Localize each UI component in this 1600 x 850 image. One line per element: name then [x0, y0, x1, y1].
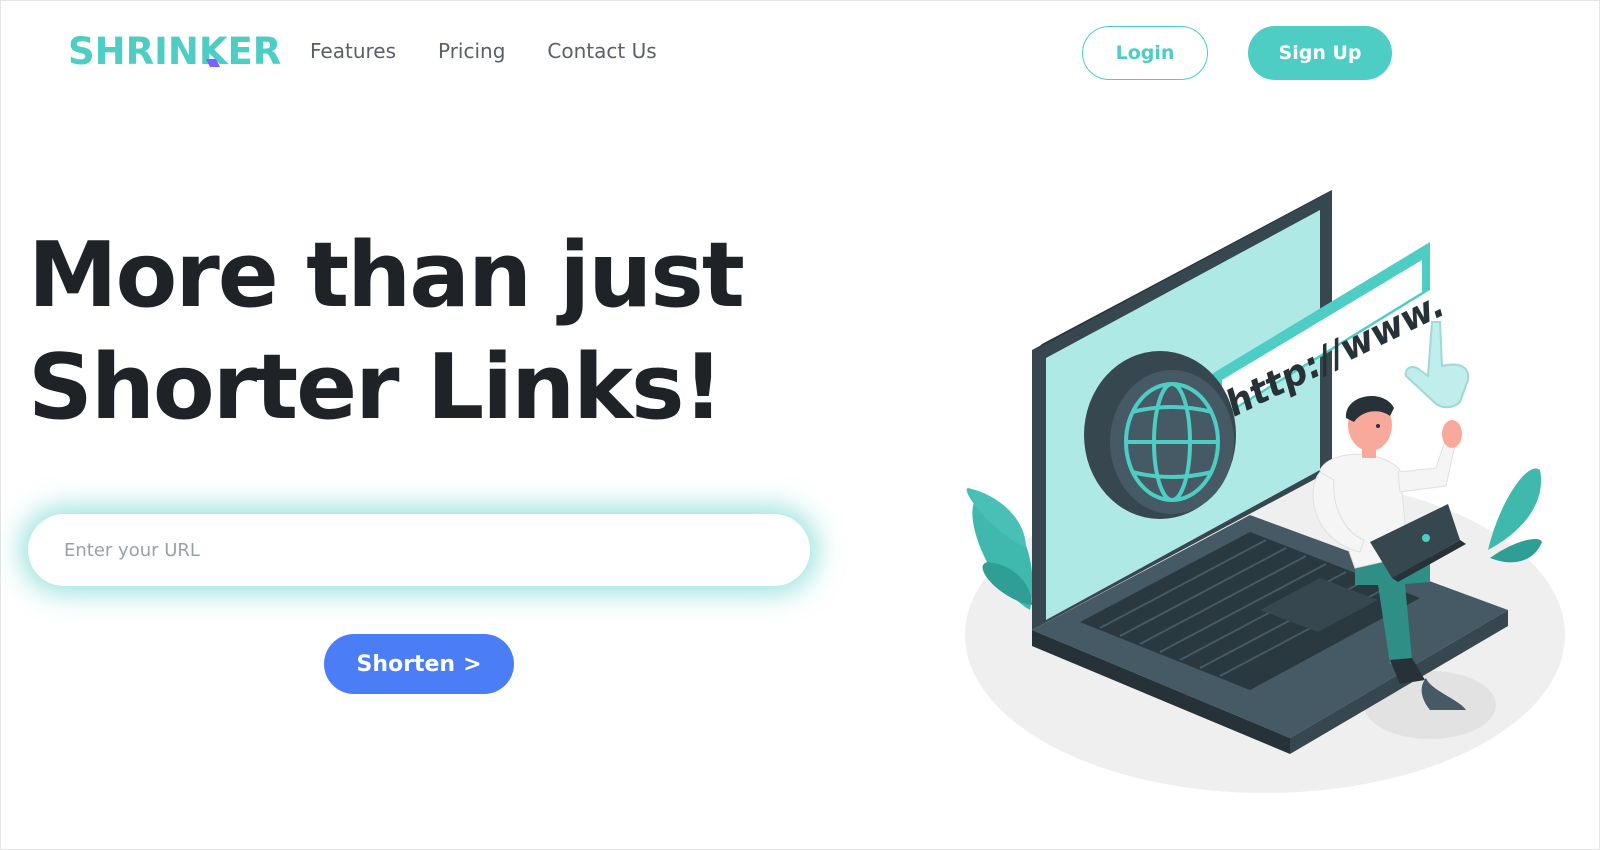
- nav-link-pricing[interactable]: Pricing: [438, 38, 505, 64]
- login-button[interactable]: Login: [1082, 26, 1208, 80]
- brand-logo[interactable]: SHRINKER: [68, 30, 281, 74]
- nav-link-features[interactable]: Features: [310, 38, 396, 64]
- hero-title: More than just Shorter Links!: [28, 220, 828, 444]
- brand-logo-text: SHRINKER: [68, 30, 282, 73]
- shorten-button[interactable]: Shorten >: [324, 634, 514, 694]
- primary-nav: Features Pricing Contact Us: [310, 38, 699, 64]
- hero-illustration: http://www.: [965, 190, 1565, 793]
- globe-icon: [1084, 351, 1236, 519]
- hero-title-line-1: More than just: [28, 223, 745, 328]
- shorten-button-label: Shorten: [356, 651, 456, 677]
- hero-title-line-2: Shorter Links!: [28, 335, 724, 440]
- chevron-right-icon: >: [463, 651, 482, 677]
- url-input-wrapper: [28, 514, 810, 586]
- top-navbar: SHRINKER Features Pricing Contact Us Log…: [0, 0, 1600, 104]
- url-input[interactable]: [64, 539, 810, 561]
- nav-link-contact-us[interactable]: Contact Us: [547, 38, 656, 64]
- signup-button[interactable]: Sign Up: [1248, 26, 1392, 80]
- logo-accent-mark-icon: [206, 59, 220, 67]
